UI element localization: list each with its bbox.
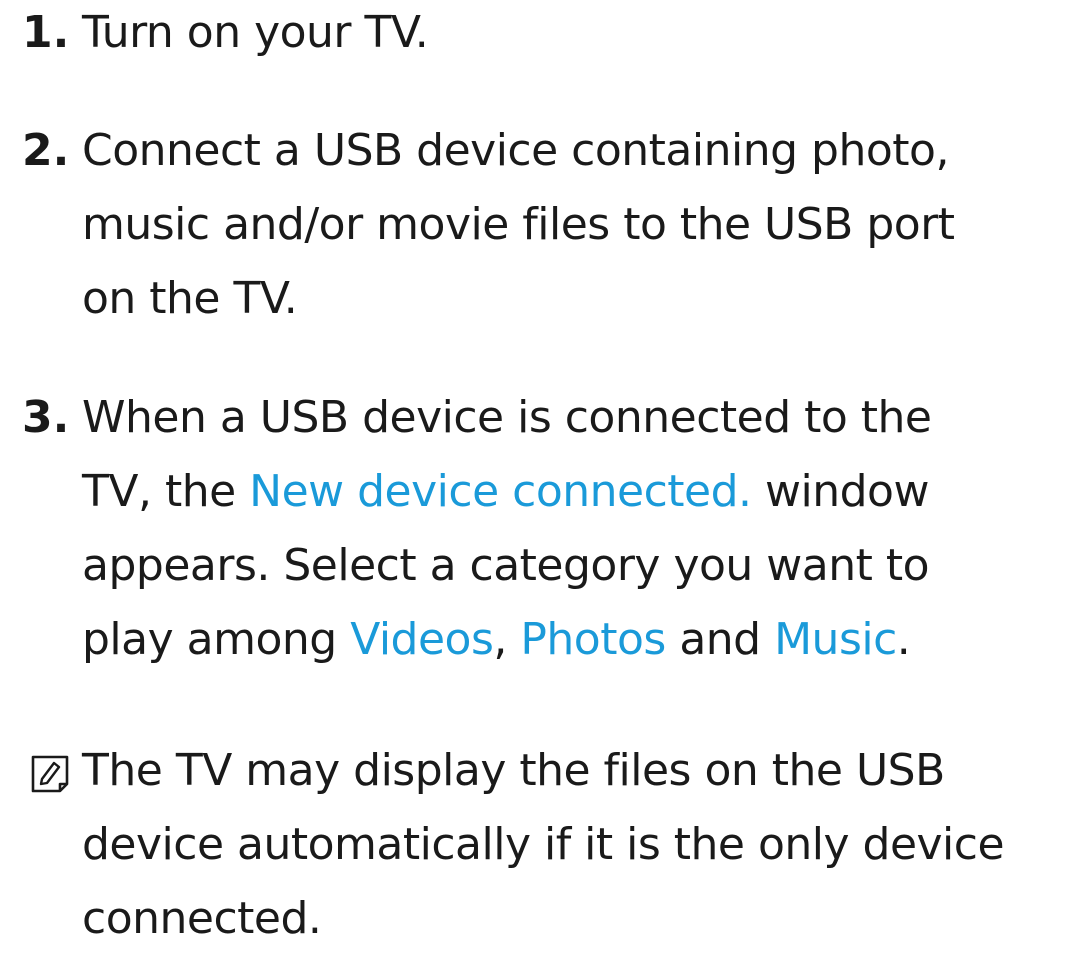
text-run: play among (82, 614, 351, 665)
step-line: on the TV. (82, 273, 298, 324)
step-number: 1. (22, 7, 70, 58)
step-line: Turn on your TV. (82, 7, 429, 58)
note-line: connected. (82, 893, 322, 944)
step-line: TV, the New device connected. window (82, 455, 1072, 529)
step-number: 2. (22, 125, 70, 176)
step-line: Connect a USB device containing photo, (82, 125, 949, 176)
category-photos: Photos (520, 614, 666, 665)
text-run: window (751, 466, 929, 517)
category-videos: Videos (350, 614, 494, 665)
text-run: and (665, 614, 775, 665)
category-music: Music (774, 614, 897, 665)
window-name-highlight: New device connected. (249, 466, 752, 517)
step-line: music and/or movie files to the USB port (82, 199, 955, 250)
note-line: device automatically if it is the only d… (82, 819, 1005, 870)
step-number: 3. (22, 392, 70, 443)
note-line: The TV may display the files on the USB (82, 745, 945, 796)
step-line: play among Videos, Photos and Music. (82, 603, 1072, 677)
text-run: . (896, 614, 911, 665)
text-run: TV, the (82, 466, 250, 517)
text-run: , (493, 614, 521, 665)
note-text: The TV may display the files on the USB … (82, 734, 1072, 956)
step-text: When a USB device is connected to the TV… (82, 381, 1072, 677)
step-line: appears. Select a category you want to (82, 540, 930, 591)
step-text: Connect a USB device containing photo, m… (82, 114, 1072, 336)
step-text: Turn on your TV. (82, 0, 1072, 70)
note-icon (31, 755, 69, 793)
step-line: When a USB device is connected to the (82, 392, 932, 443)
